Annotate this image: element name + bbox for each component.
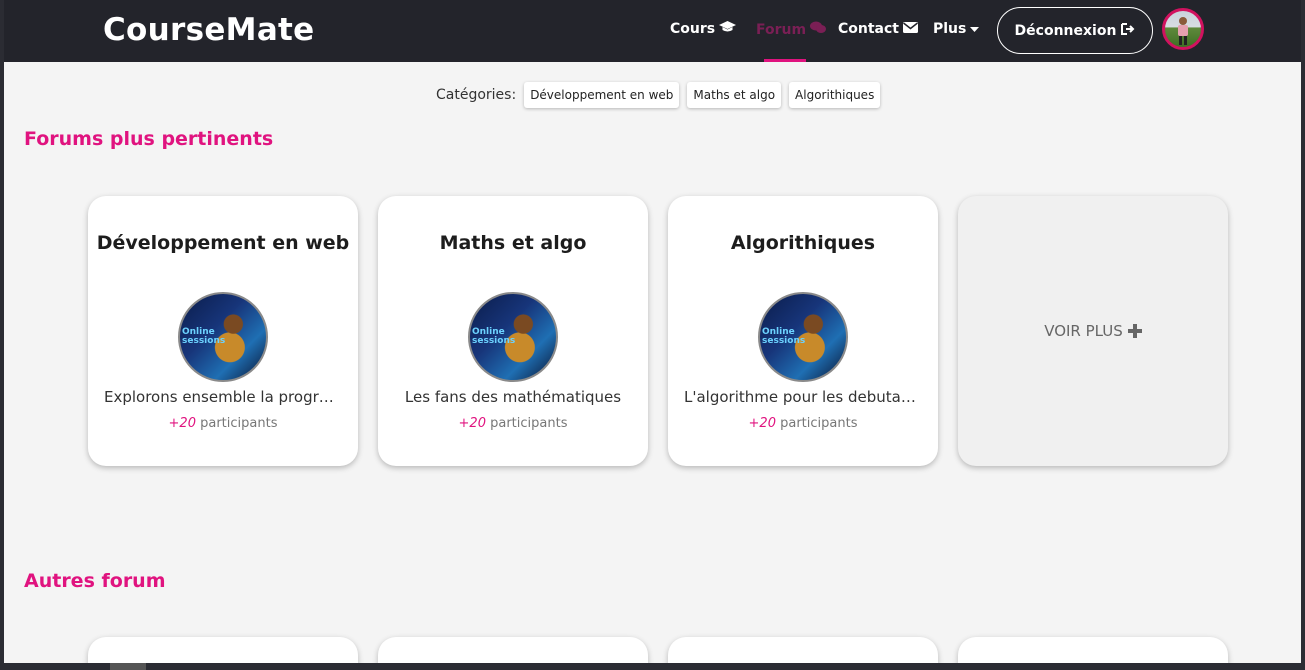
nav-forum[interactable]: Forum bbox=[756, 21, 827, 38]
thumbnail-text: Online sessions bbox=[472, 327, 516, 346]
user-avatar[interactable] bbox=[1162, 8, 1204, 50]
nav-contact[interactable]: Contact bbox=[838, 21, 918, 37]
forum-card-description: L'algorithme pour les debutants bbox=[684, 388, 922, 406]
forum-thumbnail: Online sessions bbox=[178, 292, 268, 382]
nav-active-indicator bbox=[764, 59, 806, 62]
logout-label: Déconnexion bbox=[1014, 22, 1117, 39]
voir-plus-label: VOIR PLUS bbox=[1044, 322, 1123, 340]
navbar: CourseMate Cours Forum Contact Plus Déco… bbox=[4, 0, 1301, 62]
category-chip-algo[interactable]: Algorithiques bbox=[789, 82, 881, 108]
category-filter-bar: Catégories: Développement en web Maths e… bbox=[436, 82, 881, 108]
forum-card-partial[interactable] bbox=[88, 637, 358, 663]
forum-card-description: Explorons ensemble la programmation bbox=[104, 388, 342, 406]
participant-count: +20 bbox=[168, 416, 196, 431]
forum-card-title: Maths et algo bbox=[439, 232, 587, 254]
nav-forum-label: Forum bbox=[756, 21, 807, 38]
participant-label: participants bbox=[200, 416, 278, 431]
thumbnail-text: Online sessions bbox=[182, 327, 226, 346]
nav-contact-label: Contact bbox=[838, 21, 899, 37]
nav-plus-dropdown[interactable]: Plus bbox=[933, 21, 980, 37]
forum-card[interactable]: Développement en web Online sessions Exp… bbox=[88, 196, 358, 466]
nav-cours[interactable]: Cours bbox=[670, 21, 737, 37]
comments-icon bbox=[810, 21, 827, 38]
participant-count: +20 bbox=[748, 416, 776, 431]
horizontal-scrollbar-thumb[interactable] bbox=[110, 663, 146, 670]
forum-card-title: Algorithiques bbox=[730, 232, 876, 254]
page: CourseMate Cours Forum Contact Plus Déco… bbox=[4, 0, 1301, 663]
participant-label: participants bbox=[490, 416, 568, 431]
forum-card[interactable]: Algorithiques Online sessions L'algorith… bbox=[668, 196, 938, 466]
forum-card[interactable]: Maths et algo Online sessions Les fans d… bbox=[378, 196, 648, 466]
plus-icon bbox=[1127, 319, 1142, 343]
voir-plus-button[interactable]: VOIR PLUS bbox=[958, 196, 1228, 466]
forum-card-title: Développement en web bbox=[96, 232, 350, 254]
brand-logo[interactable]: CourseMate bbox=[103, 12, 315, 48]
category-chip-web[interactable]: Développement en web bbox=[524, 82, 680, 108]
forum-thumbnail: Online sessions bbox=[468, 292, 558, 382]
logout-button[interactable]: Déconnexion bbox=[997, 7, 1153, 54]
sign-out-icon bbox=[1121, 22, 1135, 39]
participant-count: +20 bbox=[458, 416, 486, 431]
section-title-pertinents: Forums plus pertinents bbox=[24, 128, 274, 150]
person-icon bbox=[1178, 17, 1188, 45]
forum-card-participants: +20 participants bbox=[668, 416, 938, 431]
forum-card-participants: +20 participants bbox=[88, 416, 358, 431]
envelope-icon bbox=[903, 21, 918, 37]
forum-card-partial[interactable] bbox=[958, 637, 1228, 663]
forum-card-partial[interactable] bbox=[668, 637, 938, 663]
thumbnail-text: Online sessions bbox=[762, 327, 806, 346]
categories-label: Catégories: bbox=[436, 87, 517, 103]
forum-thumbnail: Online sessions bbox=[758, 292, 848, 382]
participant-label: participants bbox=[780, 416, 858, 431]
nav-cours-label: Cours bbox=[670, 21, 716, 37]
forum-card-partial[interactable] bbox=[378, 637, 648, 663]
forum-card-description: Les fans des mathématiques bbox=[404, 388, 622, 406]
category-chip-maths[interactable]: Maths et algo bbox=[687, 82, 782, 108]
caret-down-icon bbox=[970, 21, 980, 37]
nav-plus-label: Plus bbox=[933, 21, 967, 37]
section-title-autres: Autres forum bbox=[24, 570, 166, 592]
graduation-cap-icon bbox=[719, 21, 737, 37]
forum-card-participants: +20 participants bbox=[378, 416, 648, 431]
